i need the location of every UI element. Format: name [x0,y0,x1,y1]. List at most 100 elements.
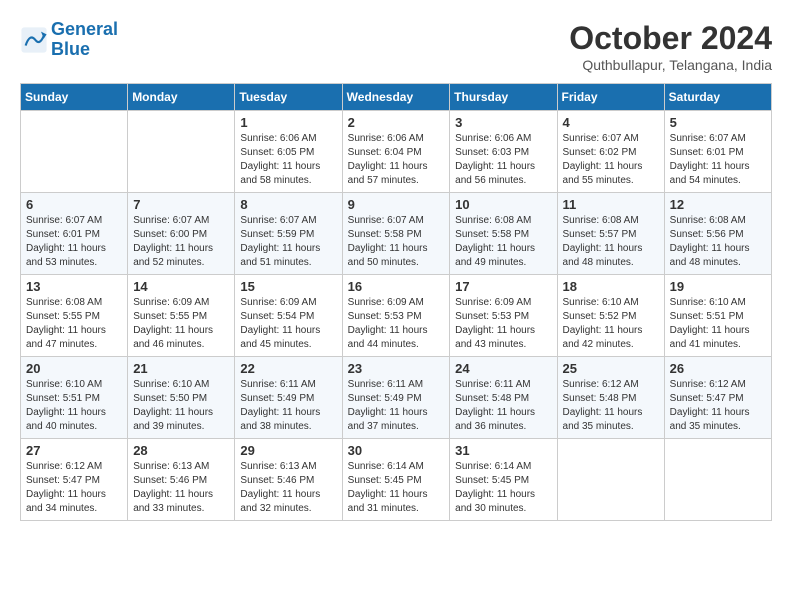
calendar-cell: 18 Sunrise: 6:10 AMSunset: 5:52 PMDaylig… [557,275,664,357]
calendar-cell: 8 Sunrise: 6:07 AMSunset: 5:59 PMDayligh… [235,193,342,275]
calendar-cell: 29 Sunrise: 6:13 AMSunset: 5:46 PMDaylig… [235,439,342,521]
day-number: 9 [348,197,445,212]
day-number: 3 [455,115,551,130]
logo-text: General Blue [51,20,118,60]
day-number: 25 [563,361,659,376]
day-info: Sunrise: 6:12 AMSunset: 5:48 PMDaylight:… [563,378,659,434]
day-info: Sunrise: 6:09 AMSunset: 5:54 PMDaylight:… [240,296,336,352]
calendar-cell: 7 Sunrise: 6:07 AMSunset: 6:00 PMDayligh… [128,193,235,275]
day-info: Sunrise: 6:06 AMSunset: 6:05 PMDaylight:… [240,132,336,188]
month-title: October 2024 [569,20,772,57]
calendar-week-row: 6 Sunrise: 6:07 AMSunset: 6:01 PMDayligh… [21,193,772,275]
day-info: Sunrise: 6:08 AMSunset: 5:56 PMDaylight:… [670,214,766,270]
day-number: 13 [26,279,122,294]
day-number: 29 [240,443,336,458]
day-info: Sunrise: 6:14 AMSunset: 5:45 PMDaylight:… [455,460,551,516]
day-info: Sunrise: 6:07 AMSunset: 6:01 PMDaylight:… [670,132,766,188]
calendar-cell: 12 Sunrise: 6:08 AMSunset: 5:56 PMDaylig… [664,193,771,275]
calendar-week-row: 1 Sunrise: 6:06 AMSunset: 6:05 PMDayligh… [21,111,772,193]
day-number: 4 [563,115,659,130]
calendar-cell: 13 Sunrise: 6:08 AMSunset: 5:55 PMDaylig… [21,275,128,357]
day-info: Sunrise: 6:10 AMSunset: 5:50 PMDaylight:… [133,378,229,434]
calendar-cell: 16 Sunrise: 6:09 AMSunset: 5:53 PMDaylig… [342,275,450,357]
day-info: Sunrise: 6:06 AMSunset: 6:04 PMDaylight:… [348,132,445,188]
location: Quthbullapur, Telangana, India [569,57,772,73]
day-number: 31 [455,443,551,458]
day-info: Sunrise: 6:12 AMSunset: 5:47 PMDaylight:… [26,460,122,516]
weekday-header: Sunday [21,84,128,111]
day-number: 15 [240,279,336,294]
calendar-cell: 26 Sunrise: 6:12 AMSunset: 5:47 PMDaylig… [664,357,771,439]
day-number: 7 [133,197,229,212]
calendar-cell: 10 Sunrise: 6:08 AMSunset: 5:58 PMDaylig… [450,193,557,275]
weekday-header: Tuesday [235,84,342,111]
day-info: Sunrise: 6:11 AMSunset: 5:48 PMDaylight:… [455,378,551,434]
day-info: Sunrise: 6:10 AMSunset: 5:51 PMDaylight:… [670,296,766,352]
day-number: 21 [133,361,229,376]
day-number: 1 [240,115,336,130]
day-number: 28 [133,443,229,458]
calendar-cell: 5 Sunrise: 6:07 AMSunset: 6:01 PMDayligh… [664,111,771,193]
day-info: Sunrise: 6:09 AMSunset: 5:53 PMDaylight:… [455,296,551,352]
day-number: 11 [563,197,659,212]
day-number: 24 [455,361,551,376]
calendar-cell: 31 Sunrise: 6:14 AMSunset: 5:45 PMDaylig… [450,439,557,521]
day-info: Sunrise: 6:08 AMSunset: 5:58 PMDaylight:… [455,214,551,270]
weekday-header: Friday [557,84,664,111]
day-number: 18 [563,279,659,294]
calendar-cell [128,111,235,193]
calendar-cell: 21 Sunrise: 6:10 AMSunset: 5:50 PMDaylig… [128,357,235,439]
day-info: Sunrise: 6:07 AMSunset: 5:58 PMDaylight:… [348,214,445,270]
day-info: Sunrise: 6:14 AMSunset: 5:45 PMDaylight:… [348,460,445,516]
day-info: Sunrise: 6:13 AMSunset: 5:46 PMDaylight:… [133,460,229,516]
weekday-header: Thursday [450,84,557,111]
day-info: Sunrise: 6:09 AMSunset: 5:53 PMDaylight:… [348,296,445,352]
weekday-header: Saturday [664,84,771,111]
day-info: Sunrise: 6:12 AMSunset: 5:47 PMDaylight:… [670,378,766,434]
title-block: October 2024 Quthbullapur, Telangana, In… [569,20,772,73]
day-number: 5 [670,115,766,130]
calendar-cell [557,439,664,521]
day-info: Sunrise: 6:07 AMSunset: 6:00 PMDaylight:… [133,214,229,270]
calendar-cell: 17 Sunrise: 6:09 AMSunset: 5:53 PMDaylig… [450,275,557,357]
day-info: Sunrise: 6:06 AMSunset: 6:03 PMDaylight:… [455,132,551,188]
calendar-cell [664,439,771,521]
calendar-cell: 30 Sunrise: 6:14 AMSunset: 5:45 PMDaylig… [342,439,450,521]
calendar-cell: 22 Sunrise: 6:11 AMSunset: 5:49 PMDaylig… [235,357,342,439]
calendar-cell: 20 Sunrise: 6:10 AMSunset: 5:51 PMDaylig… [21,357,128,439]
day-number: 22 [240,361,336,376]
day-info: Sunrise: 6:07 AMSunset: 6:02 PMDaylight:… [563,132,659,188]
weekday-header: Monday [128,84,235,111]
calendar-cell [21,111,128,193]
day-info: Sunrise: 6:07 AMSunset: 6:01 PMDaylight:… [26,214,122,270]
logo-icon [20,26,48,54]
calendar-cell: 25 Sunrise: 6:12 AMSunset: 5:48 PMDaylig… [557,357,664,439]
day-info: Sunrise: 6:09 AMSunset: 5:55 PMDaylight:… [133,296,229,352]
day-info: Sunrise: 6:08 AMSunset: 5:55 PMDaylight:… [26,296,122,352]
calendar-cell: 11 Sunrise: 6:08 AMSunset: 5:57 PMDaylig… [557,193,664,275]
logo-line1: General [51,19,118,39]
calendar-cell: 28 Sunrise: 6:13 AMSunset: 5:46 PMDaylig… [128,439,235,521]
calendar-week-row: 20 Sunrise: 6:10 AMSunset: 5:51 PMDaylig… [21,357,772,439]
day-info: Sunrise: 6:10 AMSunset: 5:51 PMDaylight:… [26,378,122,434]
logo-line2: Blue [51,39,90,59]
day-number: 10 [455,197,551,212]
day-number: 17 [455,279,551,294]
day-number: 26 [670,361,766,376]
calendar-cell: 23 Sunrise: 6:11 AMSunset: 5:49 PMDaylig… [342,357,450,439]
weekday-header-row: SundayMondayTuesdayWednesdayThursdayFrid… [21,84,772,111]
day-info: Sunrise: 6:10 AMSunset: 5:52 PMDaylight:… [563,296,659,352]
day-number: 30 [348,443,445,458]
calendar-cell: 15 Sunrise: 6:09 AMSunset: 5:54 PMDaylig… [235,275,342,357]
day-number: 2 [348,115,445,130]
day-info: Sunrise: 6:11 AMSunset: 5:49 PMDaylight:… [240,378,336,434]
calendar-week-row: 13 Sunrise: 6:08 AMSunset: 5:55 PMDaylig… [21,275,772,357]
calendar-cell: 2 Sunrise: 6:06 AMSunset: 6:04 PMDayligh… [342,111,450,193]
weekday-header: Wednesday [342,84,450,111]
day-number: 14 [133,279,229,294]
day-number: 27 [26,443,122,458]
calendar-cell: 1 Sunrise: 6:06 AMSunset: 6:05 PMDayligh… [235,111,342,193]
day-number: 23 [348,361,445,376]
day-number: 19 [670,279,766,294]
day-number: 8 [240,197,336,212]
